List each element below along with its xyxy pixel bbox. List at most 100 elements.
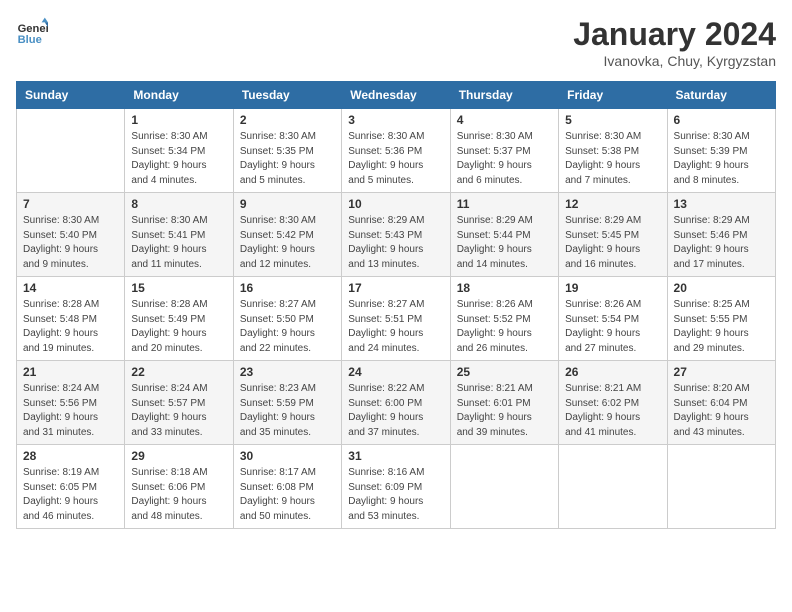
calendar-cell: 25 Sunrise: 8:21 AM Sunset: 6:01 PM Dayli… (450, 361, 558, 445)
day-info: Sunrise: 8:21 AM Sunset: 6:02 PM Dayligh… (565, 382, 660, 440)
day-number: 8 (131, 197, 226, 211)
day-info: Sunrise: 8:25 AM Sunset: 5:55 PM Dayligh… (674, 298, 769, 356)
calendar-week-row: 1 Sunrise: 8:30 AM Sunset: 5:34 PM Daylig… (17, 109, 776, 193)
day-number: 13 (674, 197, 769, 211)
calendar-week-row: 7 Sunrise: 8:30 AM Sunset: 5:40 PM Daylig… (17, 193, 776, 277)
day-info: Sunrise: 8:21 AM Sunset: 6:01 PM Dayligh… (457, 382, 552, 440)
calendar-cell: 31 Sunrise: 8:16 AM Sunset: 6:09 PM Dayli… (342, 445, 450, 529)
day-info: Sunrise: 8:30 AM Sunset: 5:35 PM Dayligh… (240, 130, 335, 188)
day-number: 4 (457, 113, 552, 127)
calendar-cell: 29 Sunrise: 8:18 AM Sunset: 6:06 PM Dayli… (125, 445, 233, 529)
day-info: Sunrise: 8:30 AM Sunset: 5:38 PM Dayligh… (565, 130, 660, 188)
calendar-cell: 16Sunrise: 8:27 AM Sunset: 5:50 PM Dayli… (233, 277, 341, 361)
calendar-cell: 17 Sunrise: 8:27 AM Sunset: 5:51 PM Dayli… (342, 277, 450, 361)
calendar-cell: 20 Sunrise: 8:25 AM Sunset: 5:55 PM Dayli… (667, 277, 775, 361)
day-number: 24 (348, 365, 443, 379)
weekday-label: Friday (559, 82, 667, 109)
day-number: 19 (565, 281, 660, 295)
day-info: Sunrise: 8:30 AM Sunset: 5:41 PM Dayligh… (131, 214, 226, 272)
day-number: 20 (674, 281, 769, 295)
logo: General Blue (16, 16, 48, 48)
day-number: 25 (457, 365, 552, 379)
day-info: Sunrise: 8:19 AM Sunset: 6:05 PM Dayligh… (23, 466, 118, 524)
calendar-cell: 10 Sunrise: 8:29 AM Sunset: 5:43 PM Dayli… (342, 193, 450, 277)
day-number: 31 (348, 449, 443, 463)
calendar-cell: 11 Sunrise: 8:29 AM Sunset: 5:44 PM Dayli… (450, 193, 558, 277)
day-number: 10 (348, 197, 443, 211)
day-info: Sunrise: 8:29 AM Sunset: 5:44 PM Dayligh… (457, 214, 552, 272)
day-info: Sunrise: 8:16 AM Sunset: 6:09 PM Dayligh… (348, 466, 443, 524)
day-info: Sunrise: 8:24 AM Sunset: 5:57 PM Dayligh… (131, 382, 226, 440)
day-info: Sunrise: 8:30 AM Sunset: 5:42 PM Dayligh… (240, 214, 335, 272)
day-info: Sunrise: 8:28 AM Sunset: 5:49 PM Dayligh… (131, 298, 226, 356)
calendar-cell: 24 Sunrise: 8:22 AM Sunset: 6:00 PM Dayli… (342, 361, 450, 445)
logo-icon: General Blue (16, 16, 48, 48)
day-info: Sunrise: 8:26 AM Sunset: 5:52 PM Dayligh… (457, 298, 552, 356)
calendar-week-row: 14Sunrise: 8:28 AM Sunset: 5:48 PM Dayli… (17, 277, 776, 361)
calendar-cell: 30 Sunrise: 8:17 AM Sunset: 6:08 PM Dayli… (233, 445, 341, 529)
day-info: Sunrise: 8:30 AM Sunset: 5:37 PM Dayligh… (457, 130, 552, 188)
day-number: 5 (565, 113, 660, 127)
day-info: Sunrise: 8:30 AM Sunset: 5:39 PM Dayligh… (674, 130, 769, 188)
calendar-cell: 9 Sunrise: 8:30 AM Sunset: 5:42 PM Daylig… (233, 193, 341, 277)
day-number: 26 (565, 365, 660, 379)
calendar-cell: 27Sunrise: 8:20 AM Sunset: 6:04 PM Dayli… (667, 361, 775, 445)
day-number: 28 (23, 449, 118, 463)
day-number: 18 (457, 281, 552, 295)
title-block: January 2024 Ivanovka, Chuy, Kyrgyzstan (573, 16, 776, 69)
day-info: Sunrise: 8:20 AM Sunset: 6:04 PM Dayligh… (674, 382, 769, 440)
day-info: Sunrise: 8:18 AM Sunset: 6:06 PM Dayligh… (131, 466, 226, 524)
weekday-label: Saturday (667, 82, 775, 109)
calendar-cell: 2Sunrise: 8:30 AM Sunset: 5:35 PM Daylig… (233, 109, 341, 193)
day-info: Sunrise: 8:30 AM Sunset: 5:40 PM Dayligh… (23, 214, 118, 272)
day-info: Sunrise: 8:29 AM Sunset: 5:45 PM Dayligh… (565, 214, 660, 272)
svg-text:Blue: Blue (18, 34, 42, 46)
day-info: Sunrise: 8:27 AM Sunset: 5:50 PM Dayligh… (240, 298, 335, 356)
day-info: Sunrise: 8:17 AM Sunset: 6:08 PM Dayligh… (240, 466, 335, 524)
day-number: 29 (131, 449, 226, 463)
svg-text:General: General (18, 23, 48, 35)
day-number: 6 (674, 113, 769, 127)
day-info: Sunrise: 8:30 AM Sunset: 5:34 PM Dayligh… (131, 130, 226, 188)
day-info: Sunrise: 8:29 AM Sunset: 5:46 PM Dayligh… (674, 214, 769, 272)
day-info: Sunrise: 8:22 AM Sunset: 6:00 PM Dayligh… (348, 382, 443, 440)
calendar-cell: 15 Sunrise: 8:28 AM Sunset: 5:49 PM Dayli… (125, 277, 233, 361)
calendar-cell: 21 Sunrise: 8:24 AM Sunset: 5:56 PM Dayli… (17, 361, 125, 445)
day-number: 1 (131, 113, 226, 127)
calendar-cell: 28 Sunrise: 8:19 AM Sunset: 6:05 PM Dayli… (17, 445, 125, 529)
day-number: 7 (23, 197, 118, 211)
calendar-cell: 7 Sunrise: 8:30 AM Sunset: 5:40 PM Daylig… (17, 193, 125, 277)
day-number: 15 (131, 281, 226, 295)
day-info: Sunrise: 8:26 AM Sunset: 5:54 PM Dayligh… (565, 298, 660, 356)
calendar-cell: 13 Sunrise: 8:29 AM Sunset: 5:46 PM Dayli… (667, 193, 775, 277)
day-number: 21 (23, 365, 118, 379)
day-info: Sunrise: 8:24 AM Sunset: 5:56 PM Dayligh… (23, 382, 118, 440)
calendar-cell: 5 Sunrise: 8:30 AM Sunset: 5:38 PM Daylig… (559, 109, 667, 193)
day-info: Sunrise: 8:29 AM Sunset: 5:43 PM Dayligh… (348, 214, 443, 272)
day-info: Sunrise: 8:30 AM Sunset: 5:36 PM Dayligh… (348, 130, 443, 188)
day-number: 17 (348, 281, 443, 295)
calendar-week-row: 21 Sunrise: 8:24 AM Sunset: 5:56 PM Dayli… (17, 361, 776, 445)
weekday-label: Sunday (17, 82, 125, 109)
calendar-table: SundayMondayTuesdayWednesdayThursdayFrid… (16, 81, 776, 529)
month-title: January 2024 (573, 16, 776, 53)
calendar-cell: 14Sunrise: 8:28 AM Sunset: 5:48 PM Dayli… (17, 277, 125, 361)
day-info: Sunrise: 8:27 AM Sunset: 5:51 PM Dayligh… (348, 298, 443, 356)
weekday-header-row: SundayMondayTuesdayWednesdayThursdayFrid… (17, 82, 776, 109)
day-number: 3 (348, 113, 443, 127)
calendar-cell (559, 445, 667, 529)
day-number: 23 (240, 365, 335, 379)
day-info: Sunrise: 8:28 AM Sunset: 5:48 PM Dayligh… (23, 298, 118, 356)
day-number: 30 (240, 449, 335, 463)
calendar-cell: 26 Sunrise: 8:21 AM Sunset: 6:02 PM Dayli… (559, 361, 667, 445)
day-number: 11 (457, 197, 552, 211)
weekday-label: Monday (125, 82, 233, 109)
location: Ivanovka, Chuy, Kyrgyzstan (573, 53, 776, 69)
calendar-cell: 3 Sunrise: 8:30 AM Sunset: 5:36 PM Daylig… (342, 109, 450, 193)
day-number: 9 (240, 197, 335, 211)
day-number: 12 (565, 197, 660, 211)
calendar-cell (17, 109, 125, 193)
calendar-cell: 22Sunrise: 8:24 AM Sunset: 5:57 PM Dayli… (125, 361, 233, 445)
calendar-cell: 18 Sunrise: 8:26 AM Sunset: 5:52 PM Dayli… (450, 277, 558, 361)
weekday-label: Thursday (450, 82, 558, 109)
